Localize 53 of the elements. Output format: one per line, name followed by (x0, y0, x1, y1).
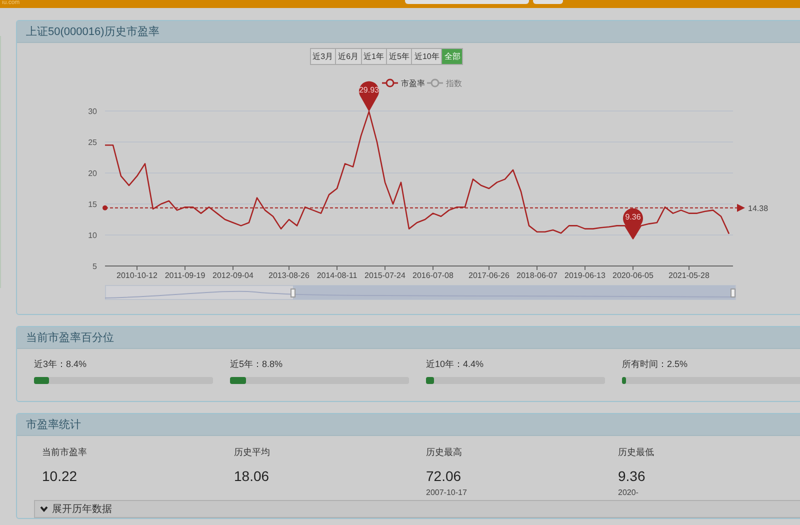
stat-label: 历史最低 (618, 446, 655, 459)
range-tab[interactable]: 近5年 (386, 48, 412, 65)
legend-label: 市盈率 (401, 79, 425, 88)
line-start-dot (102, 205, 108, 210)
marker-pin (359, 81, 379, 112)
marker-pin (623, 208, 643, 239)
axis-label: 2020-06-05 (612, 271, 654, 280)
axis-label: 10 (88, 231, 97, 240)
average-label: 14.38 (748, 204, 768, 213)
stat-value: 72.06 (426, 468, 462, 484)
range-tab[interactable]: 近10年 (411, 48, 442, 65)
stat-value: 18.06 (234, 468, 270, 484)
axis-label: 2012-09-04 (212, 271, 254, 280)
percentile-label: 近5年：8.8% (230, 358, 284, 371)
axis-label: 2013-08-26 (268, 271, 310, 280)
marker-label: 9.36 (625, 212, 641, 222)
axis-label: 2019-06-13 (564, 271, 606, 280)
axis-label: 2015-07-24 (364, 271, 406, 280)
chevron-down-icon (40, 506, 48, 512)
axis-label: 15 (88, 200, 97, 209)
stat-date: 2020- (618, 488, 640, 497)
percentile-label: 所有时间：2.5% (622, 358, 689, 371)
axis-label: 2014-08-11 (316, 271, 358, 280)
axis-label: 30 (88, 107, 97, 116)
axis-label: 20 (88, 169, 97, 178)
panel-title: 上证50(000016)历史市盈率 (17, 21, 800, 43)
axis-label: 2010-10-12 (116, 271, 158, 280)
axis-label: 5 (92, 262, 97, 271)
axis-label: 2016-07-08 (412, 271, 454, 280)
legend-item[interactable]: 市盈率 (382, 78, 425, 88)
stat-value: 10.22 (42, 468, 78, 484)
search-button[interactable] (533, 0, 563, 4)
axis-label: 2021-05-28 (668, 271, 710, 280)
range-tab[interactable]: 近1年 (360, 48, 387, 65)
stat-value: 9.36 (618, 468, 646, 484)
search-field[interactable] (405, 0, 529, 4)
range-tab[interactable]: 近6月 (335, 48, 362, 65)
stat-label: 历史最高 (426, 446, 463, 459)
marker-label: 29.93 (358, 86, 380, 95)
stat-label: 历史平均 (234, 446, 271, 459)
axis-label: 2018-06-07 (516, 271, 558, 280)
panel-title: 市盈率统计 (17, 414, 800, 436)
percentile-label: 近10年：4.4% (426, 358, 485, 371)
panel-title: 当前市盈率百分位 (17, 327, 800, 349)
axis-label: 2017-06-26 (468, 271, 510, 280)
percentile-label: 近3年：8.4% (34, 358, 88, 371)
stat-label: 当前市盈率 (42, 446, 88, 459)
range-tab[interactable]: 近3月 (310, 48, 336, 65)
stat-date: 2007-10-17 (426, 488, 468, 497)
axis-label: 2011-09-19 (164, 271, 206, 280)
zoom-navigator[interactable] (105, 285, 737, 301)
axis-label: 25 (88, 138, 97, 147)
expand-button[interactable]: 展开历年数据 (34, 500, 800, 518)
